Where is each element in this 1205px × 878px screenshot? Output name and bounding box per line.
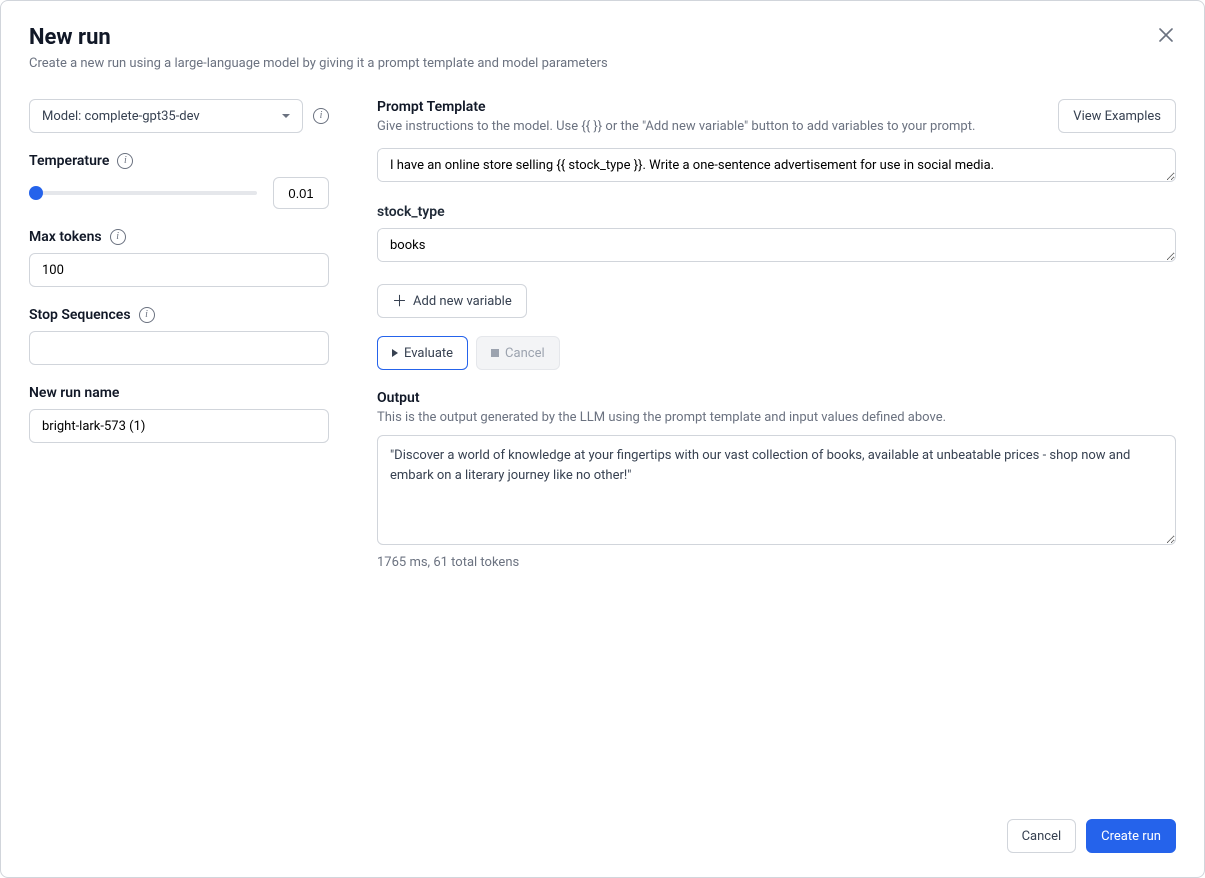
add-variable-label: Add new variable (413, 294, 512, 309)
prompt-template-input[interactable] (377, 148, 1176, 182)
prompt-template-label: Prompt Template (377, 99, 975, 115)
output-help: This is the output generated by the LLM … (377, 410, 1176, 425)
temperature-input[interactable] (273, 177, 329, 209)
cancel-button[interactable]: Cancel (1007, 819, 1077, 853)
info-icon[interactable]: i (139, 307, 155, 323)
slider-handle[interactable] (29, 186, 43, 200)
cancel-evaluate-button: Cancel (476, 336, 560, 370)
stop-sequences-input[interactable] (29, 331, 329, 365)
run-name-label: New run name (29, 385, 119, 401)
stop-icon (491, 349, 499, 357)
info-icon[interactable]: i (313, 108, 329, 124)
play-icon (392, 349, 398, 357)
modal-title: New run (29, 25, 1176, 50)
output-textarea[interactable] (377, 435, 1176, 545)
info-icon[interactable]: i (110, 229, 126, 245)
variable-value-input[interactable] (377, 228, 1176, 262)
add-variable-button[interactable]: ＋ Add new variable (377, 284, 527, 318)
max-tokens-label: Max tokens (29, 229, 102, 245)
temperature-label: Temperature (29, 153, 109, 169)
model-select[interactable]: Model: complete-gpt35-dev (29, 99, 303, 133)
view-examples-button[interactable]: View Examples (1058, 99, 1176, 133)
run-name-input[interactable] (29, 409, 329, 443)
modal-subtitle: Create a new run using a large-language … (29, 56, 1176, 71)
create-run-button[interactable]: Create run (1086, 819, 1176, 853)
max-tokens-input[interactable] (29, 253, 329, 287)
stop-sequences-label: Stop Sequences (29, 307, 131, 323)
cancel-evaluate-label: Cancel (505, 346, 545, 361)
temperature-slider[interactable] (29, 183, 257, 203)
modal-content: Model: complete-gpt35-dev i Temperature … (1, 83, 1204, 803)
output-label: Output (377, 390, 1176, 406)
info-icon[interactable]: i (117, 153, 133, 169)
left-column: Model: complete-gpt35-dev i Temperature … (29, 99, 329, 787)
right-column: Prompt Template Give instructions to the… (377, 99, 1176, 787)
variable-name-label: stock_type (377, 204, 1176, 220)
close-icon[interactable] (1156, 25, 1176, 45)
new-run-modal: New run Create a new run using a large-l… (1, 1, 1204, 877)
modal-header: New run Create a new run using a large-l… (1, 1, 1204, 83)
output-meta: 1765 ms, 61 total tokens (377, 555, 1176, 570)
plus-icon: ＋ (392, 294, 407, 309)
evaluate-button[interactable]: Evaluate (377, 336, 468, 370)
evaluate-label: Evaluate (404, 346, 453, 361)
model-select-label: Model: complete-gpt35-dev (42, 109, 200, 124)
prompt-template-help: Give instructions to the model. Use {{ }… (377, 119, 975, 134)
modal-footer: Cancel Create run (1, 803, 1204, 877)
